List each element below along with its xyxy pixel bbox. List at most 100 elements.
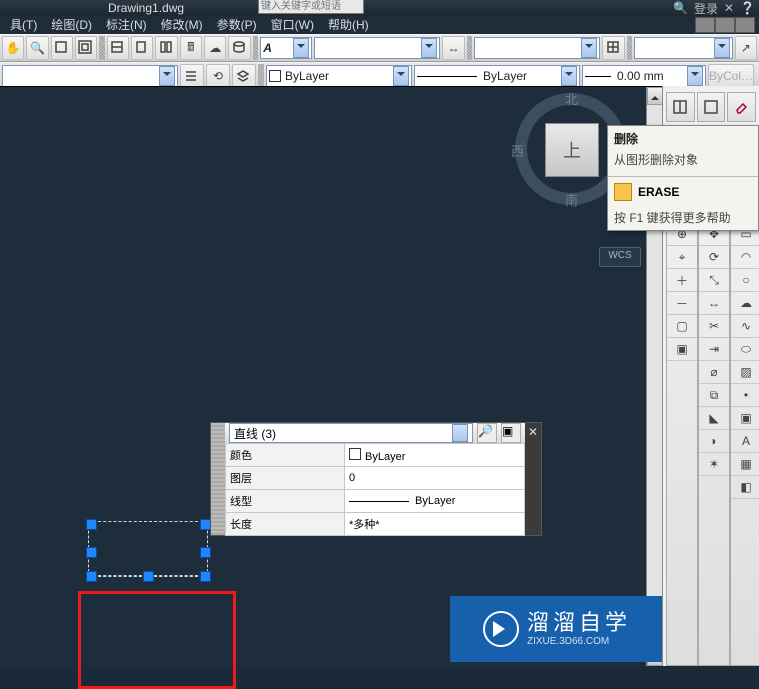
chevron-down-icon[interactable] <box>293 38 309 58</box>
palette-close-button[interactable]: ✕ <box>526 425 540 439</box>
toolpalettes-icon[interactable] <box>155 36 177 60</box>
mdi-restore-button[interactable] <box>715 17 735 33</box>
chamfer-icon[interactable]: ◣ <box>699 407 729 430</box>
mdi-close-button[interactable] <box>735 17 755 33</box>
zoom-extents-icon[interactable]: ▣ <box>667 338 697 361</box>
exchange-icon[interactable]: ✕ <box>724 1 734 15</box>
chevron-down-icon[interactable] <box>452 424 468 442</box>
hatch-icon[interactable]: ▨ <box>731 361 759 384</box>
menu-window[interactable]: 窗口(W) <box>265 16 320 34</box>
selection-type-combo[interactable]: 直线 (3) <box>229 423 473 443</box>
menu-dimension[interactable]: 标注(N) <box>100 16 153 34</box>
palette-autohide-button[interactable] <box>526 443 540 457</box>
bycolor-button[interactable]: ByCol… <box>708 64 754 88</box>
color-combo[interactable]: ByLayer <box>266 65 412 87</box>
viewport-config-icon[interactable] <box>666 92 695 122</box>
viewport-icon[interactable] <box>697 92 726 122</box>
toolbar-separator <box>99 36 105 60</box>
grip[interactable] <box>200 547 211 558</box>
layer-combo[interactable] <box>2 65 178 87</box>
layer-states-icon[interactable] <box>180 64 204 88</box>
grip[interactable] <box>86 547 97 558</box>
stretch-icon[interactable]: ↔ <box>699 292 729 315</box>
markup-icon[interactable]: ☁ <box>204 36 226 60</box>
lineweight-combo[interactable]: 0.00 mm <box>582 65 706 87</box>
search-icon[interactable]: 🔍 <box>673 1 688 15</box>
grip[interactable] <box>86 571 97 582</box>
search-input[interactable] <box>258 0 364 14</box>
sheetset-icon[interactable] <box>131 36 153 60</box>
prop-value[interactable]: ByLayer <box>345 490 525 513</box>
arc-icon[interactable]: ◠ <box>731 246 759 269</box>
zoom-all-icon[interactable]: ▢ <box>667 315 697 338</box>
textstyle-combo[interactable]: A <box>260 37 312 59</box>
pan-icon[interactable]: ✋ <box>2 36 24 60</box>
trim-icon[interactable]: ✂ <box>699 315 729 338</box>
chevron-down-icon[interactable] <box>159 66 175 86</box>
prop-value[interactable]: 0 <box>345 467 525 490</box>
block-icon[interactable]: ▣ <box>731 407 759 430</box>
fillet-icon[interactable]: ◗ <box>699 430 729 453</box>
chevron-down-icon[interactable] <box>714 38 730 58</box>
zoom-object-icon[interactable]: ⌖ <box>667 246 697 269</box>
table-icon[interactable]: ▦ <box>731 453 759 476</box>
menu-modify[interactable]: 修改(M) <box>155 16 209 34</box>
chevron-down-icon[interactable] <box>687 66 703 86</box>
quickselect-icon[interactable]: 🔎 <box>477 423 497 443</box>
chevron-down-icon[interactable] <box>421 38 437 58</box>
grip[interactable] <box>86 519 97 530</box>
text-icon[interactable]: A <box>731 430 759 453</box>
help-icon[interactable]: ❔ <box>740 1 755 15</box>
extend-icon[interactable]: ⇥ <box>699 338 729 361</box>
scale-icon[interactable]: ⤡ <box>699 269 729 292</box>
pickadd-icon[interactable]: ▣ <box>501 423 521 443</box>
drawing-content <box>0 87 300 237</box>
point-icon[interactable]: • <box>731 384 759 407</box>
grip[interactable] <box>143 571 154 582</box>
zoom-extents-icon[interactable] <box>75 36 97 60</box>
rotate-icon[interactable]: ⟳ <box>699 246 729 269</box>
menu-draw[interactable]: 绘图(D) <box>45 16 98 34</box>
mleader-icon[interactable]: ↗ <box>735 36 757 60</box>
layer-prev-icon[interactable]: ⟲ <box>206 64 230 88</box>
spline-icon[interactable]: ∿ <box>731 315 759 338</box>
table-icon[interactable] <box>602 36 624 60</box>
circle-icon[interactable]: ○ <box>731 269 759 292</box>
dim-icon[interactable]: ↔ <box>442 36 464 60</box>
menu-help[interactable]: 帮助(H) <box>322 16 375 34</box>
mleaderstyle-combo[interactable] <box>634 37 732 59</box>
dbconnect-icon[interactable] <box>228 36 250 60</box>
break-icon[interactable]: ⌀ <box>699 361 729 384</box>
palette-grip[interactable] <box>211 423 225 535</box>
chevron-down-icon[interactable] <box>561 66 577 86</box>
calc-icon[interactable]: 🖩 <box>180 36 202 60</box>
join-icon[interactable]: ⧉ <box>699 384 729 407</box>
chevron-down-icon[interactable] <box>393 66 409 86</box>
grip[interactable] <box>200 571 211 582</box>
zoom-icon[interactable]: 🔍 <box>26 36 48 60</box>
erase-button[interactable] <box>727 92 756 122</box>
viewcube-top-face[interactable]: 上 <box>545 123 599 177</box>
prop-value[interactable]: *多种* <box>345 513 525 536</box>
revcloud-icon[interactable]: ☁ <box>731 292 759 315</box>
explode-icon[interactable]: ✶ <box>699 453 729 476</box>
region-icon[interactable]: ◧ <box>731 476 759 499</box>
scroll-up-button[interactable] <box>647 87 663 105</box>
dimstyle-combo[interactable] <box>314 37 440 59</box>
zoom-window-icon[interactable] <box>51 36 73 60</box>
menu-tools[interactable]: 具(T) <box>4 16 43 34</box>
ellipse-icon[interactable]: ⬭ <box>731 338 759 361</box>
tablestyle-combo[interactable] <box>474 37 600 59</box>
layermgr-icon[interactable] <box>232 64 256 88</box>
zoom-in-icon[interactable]: ＋ <box>667 269 697 292</box>
wcs-badge[interactable]: WCS <box>599 247 641 267</box>
properties-icon[interactable] <box>107 36 129 60</box>
prop-value[interactable]: ByLayer <box>345 444 525 467</box>
mdi-minimize-button[interactable] <box>695 17 715 33</box>
chevron-down-icon[interactable] <box>581 38 597 58</box>
login-link[interactable]: 登录 <box>694 0 718 17</box>
properties-palette[interactable]: 直线 (3) 🔎 ▣ 颜色ByLayer 图层0 线型ByLayer 长度*多种… <box>210 422 542 536</box>
zoom-out-icon[interactable]: － <box>667 292 697 315</box>
menu-param[interactable]: 参数(P) <box>211 16 263 34</box>
linetype-combo[interactable]: ByLayer <box>414 65 580 87</box>
